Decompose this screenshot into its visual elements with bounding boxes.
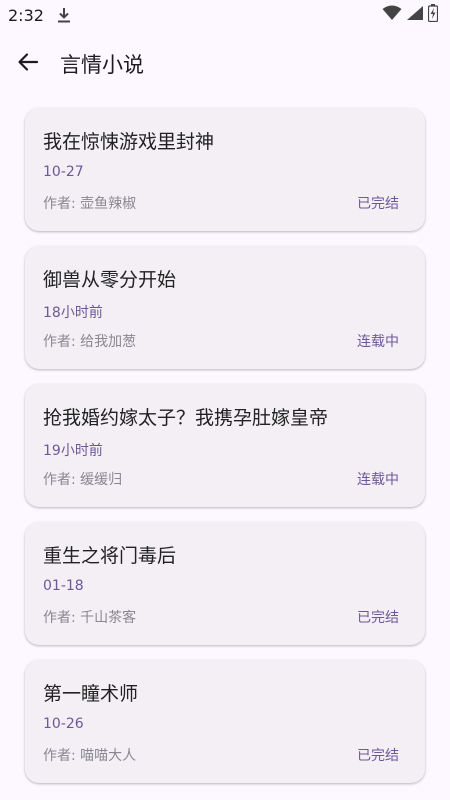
status-time: 2:32 <box>8 5 44 25</box>
novel-title: 重生之将门毒后 <box>43 545 177 567</box>
page-title: 言情小说 <box>60 53 144 77</box>
wifi-icon <box>382 5 402 25</box>
author-label: 作者: 壶鱼辣椒 <box>43 196 137 212</box>
update-time: 10-26 <box>43 716 84 732</box>
status-label: 已完结 <box>357 748 399 764</box>
status-icons <box>382 4 439 26</box>
update-time: 10-27 <box>43 164 84 180</box>
novel-title: 第一瞳术师 <box>43 683 139 705</box>
update-time: 18小时前 <box>43 305 103 321</box>
status-label: 连载中 <box>357 334 399 350</box>
author-label: 作者: 给我加葱 <box>43 334 137 350</box>
back-button[interactable] <box>16 52 40 76</box>
battery-icon <box>427 4 439 26</box>
author-label: 作者: 缓缓归 <box>43 472 123 488</box>
author-label: 作者: 喵喵大人 <box>43 748 137 764</box>
arrow-left-icon <box>17 51 39 77</box>
status-bar: 2:32 <box>0 0 450 30</box>
author-label: 作者: 千山茶客 <box>43 610 137 626</box>
status-label: 已完结 <box>357 196 399 212</box>
update-time: 01-18 <box>43 578 84 594</box>
status-label: 已完结 <box>357 610 399 626</box>
app-bar: 言情小说 <box>0 36 450 92</box>
novel-title: 我在惊悚游戏里封神 <box>43 131 215 153</box>
update-time: 19小时前 <box>43 443 103 459</box>
novel-card[interactable]: 抢我婚约嫁太子？我携孕肚嫁皇帝 19小时前 作者: 缓缓归 连载中 <box>25 384 425 507</box>
novel-title: 御兽从零分开始 <box>43 269 177 291</box>
novel-list: 我在惊悚游戏里封神 10-27 作者: 壶鱼辣椒 已完结 御兽从零分开始 18小… <box>25 108 425 798</box>
novel-card[interactable]: 御兽从零分开始 18小时前 作者: 给我加葱 连载中 <box>25 246 425 369</box>
download-icon <box>56 6 72 24</box>
novel-title: 抢我婚约嫁太子？我携孕肚嫁皇帝 <box>43 407 329 429</box>
novel-card[interactable]: 重生之将门毒后 01-18 作者: 千山茶客 已完结 <box>25 522 425 645</box>
signal-icon <box>406 5 424 25</box>
novel-card[interactable]: 我在惊悚游戏里封神 10-27 作者: 壶鱼辣椒 已完结 <box>25 108 425 231</box>
status-label: 连载中 <box>357 472 399 488</box>
novel-card[interactable]: 第一瞳术师 10-26 作者: 喵喵大人 已完结 <box>25 660 425 783</box>
